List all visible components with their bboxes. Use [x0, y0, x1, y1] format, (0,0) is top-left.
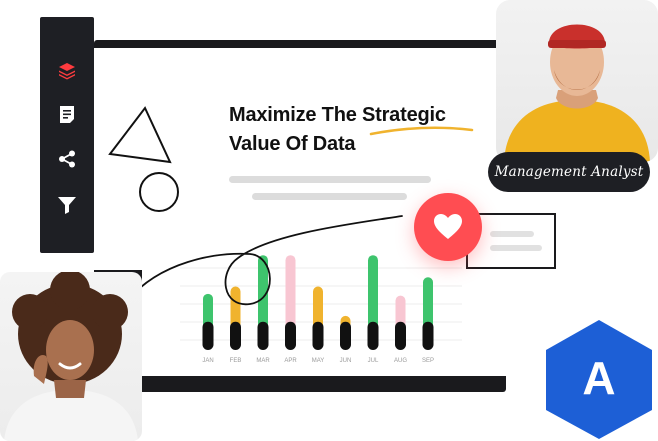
x-tick-label: JUL: [368, 358, 379, 364]
bar-base-feb: [230, 321, 241, 350]
title-line2: Value Of Data: [229, 133, 356, 155]
bar-base-may: [312, 321, 324, 350]
placeholder-line: [229, 176, 431, 183]
triangle-shape: [108, 106, 172, 164]
x-tick-label: FEB: [230, 358, 242, 364]
x-tick-label: MAR: [256, 358, 270, 364]
role-tag: Management Analyst: [488, 152, 650, 192]
x-tick-label: APR: [284, 358, 297, 364]
placeholder-line: [252, 193, 407, 200]
man-photo: [496, 0, 658, 162]
bar-base-jul: [367, 321, 379, 350]
title-line1-start: Maximize The: [229, 104, 362, 126]
circle-shape: [139, 172, 179, 212]
x-tick-label: SEP: [422, 358, 434, 364]
bar-base-aug: [395, 321, 406, 350]
x-tick-label: JAN: [202, 358, 213, 364]
logo-letter: A: [582, 352, 615, 404]
filter-icon[interactable]: [53, 191, 81, 219]
heart-icon: [434, 214, 462, 239]
card-line: [490, 245, 542, 251]
title-underline: [369, 126, 474, 136]
like-button[interactable]: [414, 193, 482, 261]
layers-icon[interactable]: [53, 57, 81, 85]
scribble-line: [127, 215, 403, 305]
bar-base-jun: [340, 321, 351, 350]
bar-base-jan: [202, 321, 214, 350]
bar-base-mar: [257, 321, 269, 350]
x-tick-label: MAY: [312, 358, 325, 364]
bar-base-apr: [285, 321, 296, 350]
card-line: [490, 231, 534, 237]
sidebar: [40, 17, 94, 253]
x-tick-label: AUG: [394, 358, 407, 364]
woman-photo: [0, 272, 142, 441]
decorative-shapes: [108, 106, 179, 212]
share-icon[interactable]: [53, 145, 81, 173]
logo-badge: A: [546, 320, 652, 439]
x-tick-label: JUN: [340, 358, 352, 364]
title-highlight: Strategic: [362, 104, 446, 126]
bar-base-sep: [422, 321, 434, 350]
document-icon[interactable]: [53, 101, 81, 129]
